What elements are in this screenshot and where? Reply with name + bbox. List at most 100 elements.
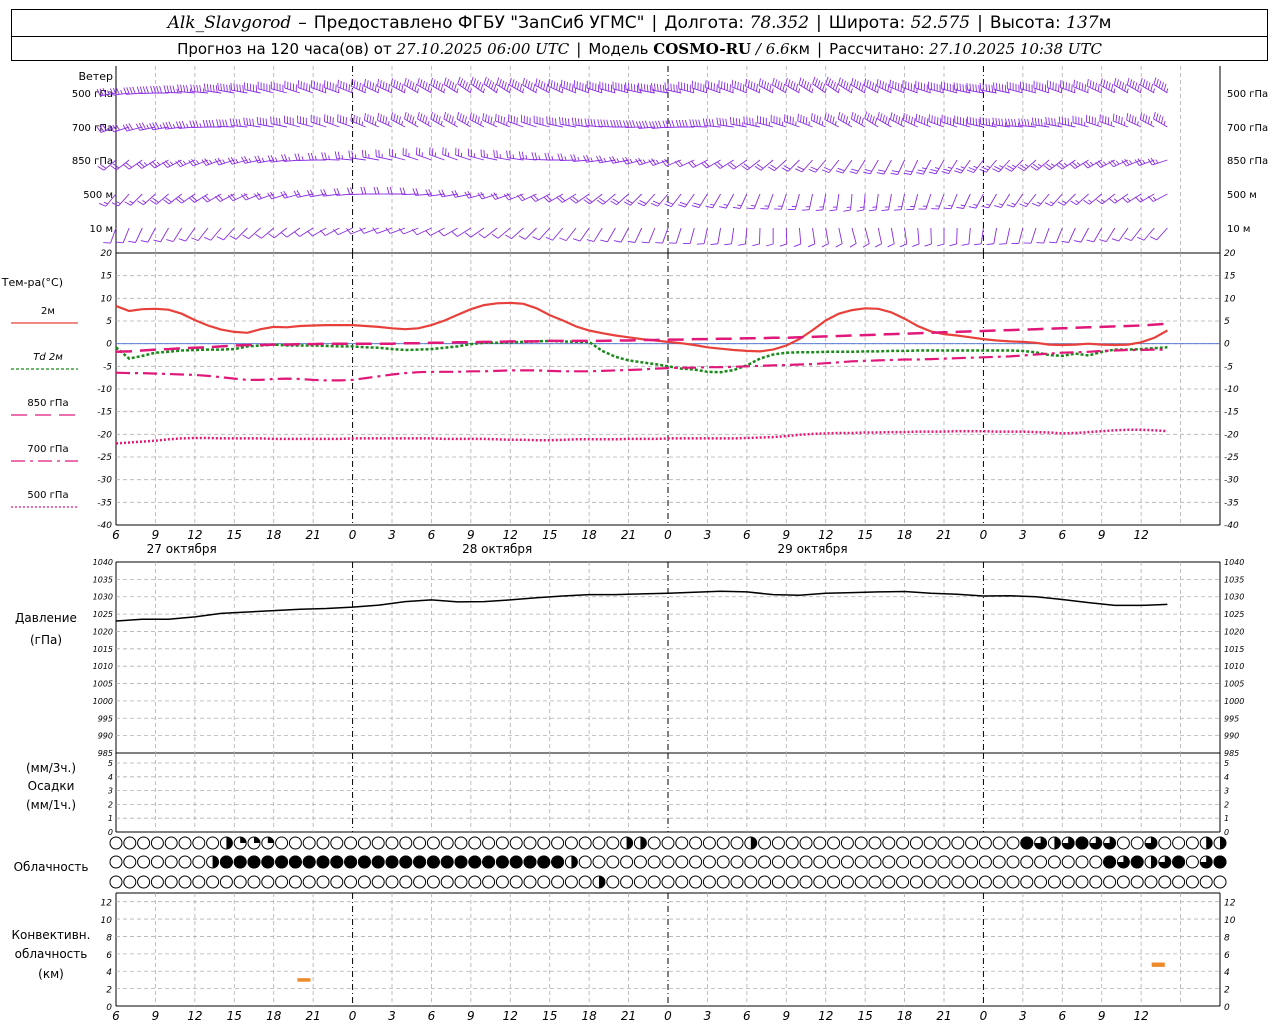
wind-barb-half	[416, 88, 419, 93]
wind-barb	[547, 78, 564, 94]
cloud-circle	[302, 875, 316, 889]
wind-barb-flag	[549, 117, 551, 125]
cloud-symbol	[937, 855, 951, 869]
cloud-circle	[440, 875, 454, 889]
wind-barb-flag	[807, 243, 815, 248]
cloud-symbol	[109, 855, 123, 869]
x-tick-label: 9	[152, 528, 160, 542]
wind-barb	[522, 77, 538, 94]
cloud-circle	[1158, 836, 1172, 850]
pressure-ytick: 1015	[93, 645, 113, 654]
wind-barb-flag	[777, 80, 780, 89]
cloud-circle	[1075, 855, 1089, 869]
wind-barb-flag	[853, 113, 857, 121]
wind-barb-flag	[355, 115, 358, 124]
wind-barb-flag	[560, 153, 564, 161]
wind-barb-shaft	[1114, 193, 1129, 204]
wind-barb-half	[811, 88, 814, 93]
wind-barb-flag	[322, 84, 324, 92]
wind-barb-shaft	[825, 227, 829, 244]
cloud-fill-half	[1220, 837, 1226, 849]
wind-barb-flag	[361, 149, 364, 158]
cloud-symbol	[923, 875, 937, 889]
wind-barb	[994, 193, 1011, 209]
wind-barb-flag	[211, 119, 215, 128]
cloud-symbol	[896, 855, 910, 869]
wind-barb-flag	[166, 239, 174, 243]
temp-ytick: 20	[1224, 249, 1236, 259]
wind-barb-flag	[726, 83, 729, 91]
wind-barb	[162, 193, 182, 205]
wind-barb-flag	[1045, 163, 1053, 169]
wind-barb-flag	[490, 116, 493, 125]
wind-barb-flag	[372, 82, 375, 91]
temp-ytick: -40	[1224, 521, 1239, 531]
wind-barb-flag	[650, 202, 658, 207]
cloud-symbol	[551, 855, 565, 869]
cloud-circle	[1185, 875, 1199, 889]
cloud-circle	[689, 875, 703, 889]
cloud-symbol	[109, 875, 123, 889]
wind-barb-flag	[684, 119, 688, 128]
wind-barb-flag	[438, 82, 441, 90]
wind-barb-half	[821, 121, 824, 126]
cloud-circle	[951, 875, 965, 889]
cloud-circle	[785, 855, 799, 869]
wind-barb-flag	[393, 79, 396, 87]
cloud-fill-full	[1130, 855, 1144, 869]
wind-barb-flag	[398, 82, 401, 90]
cloud-symbol	[1047, 875, 1061, 889]
wind-barb-half	[784, 88, 787, 93]
cloud-symbol	[178, 875, 192, 889]
wind-barb-shaft	[691, 125, 708, 128]
wind-barb-flag	[1030, 165, 1038, 171]
wind-barb	[115, 227, 130, 244]
wind-barb-shaft	[712, 193, 721, 209]
wind-barb-flag	[487, 115, 490, 123]
wind-barb-shaft	[864, 227, 870, 244]
wind-barb-flag	[303, 82, 305, 90]
wind-barb-flag	[451, 231, 458, 237]
wind-barb	[363, 78, 380, 94]
wind-barb	[559, 116, 577, 128]
cloud-symbol	[620, 855, 634, 869]
cloud-symbol	[1103, 875, 1117, 889]
cloud-circle	[1006, 836, 1020, 850]
wind-barb	[961, 227, 971, 246]
wind-barb-flag	[737, 81, 739, 90]
x-tick-label: 12	[187, 528, 202, 542]
cloud-circle	[316, 836, 330, 850]
wind-barb-shaft	[181, 193, 196, 204]
cloud-symbol	[564, 836, 578, 850]
pressure-ytick: 1015	[1224, 645, 1244, 654]
wind-barb	[752, 227, 761, 247]
wind-barb-flag	[823, 167, 832, 171]
wind-barb	[835, 159, 853, 174]
wind-barb-flag	[738, 243, 746, 246]
cloud-circle	[978, 836, 992, 850]
cloud-circle	[357, 875, 371, 889]
wind-barb-flag	[972, 117, 975, 125]
wind-barb-flag	[1112, 113, 1115, 122]
wind-barb	[887, 227, 895, 248]
wind-barb-half	[1139, 197, 1144, 201]
wind-barb-flag	[900, 84, 903, 92]
wind-barb-flag	[385, 82, 388, 91]
wind-barb-flag	[582, 83, 584, 91]
wind-barb-half	[1100, 88, 1103, 93]
wind-barb-half	[834, 121, 837, 126]
wind-barb-flag	[145, 86, 149, 94]
wind-barb-flag	[486, 78, 490, 86]
conv-ytick: 10	[101, 916, 113, 926]
temp-legend-label: Td 2м	[33, 352, 63, 363]
wind-barb-flag	[519, 83, 523, 92]
wind-barb-flag	[713, 83, 715, 91]
wind-barb-half	[1024, 164, 1029, 168]
wind-barb-flag	[310, 80, 313, 88]
x-tick-label: 0	[664, 528, 672, 542]
wind-barb-flag	[613, 119, 617, 128]
wind-barb-shaft	[1007, 88, 1023, 94]
wind-barb	[306, 227, 327, 237]
wind-barb-flag	[155, 121, 160, 129]
wind-barb	[835, 227, 843, 248]
